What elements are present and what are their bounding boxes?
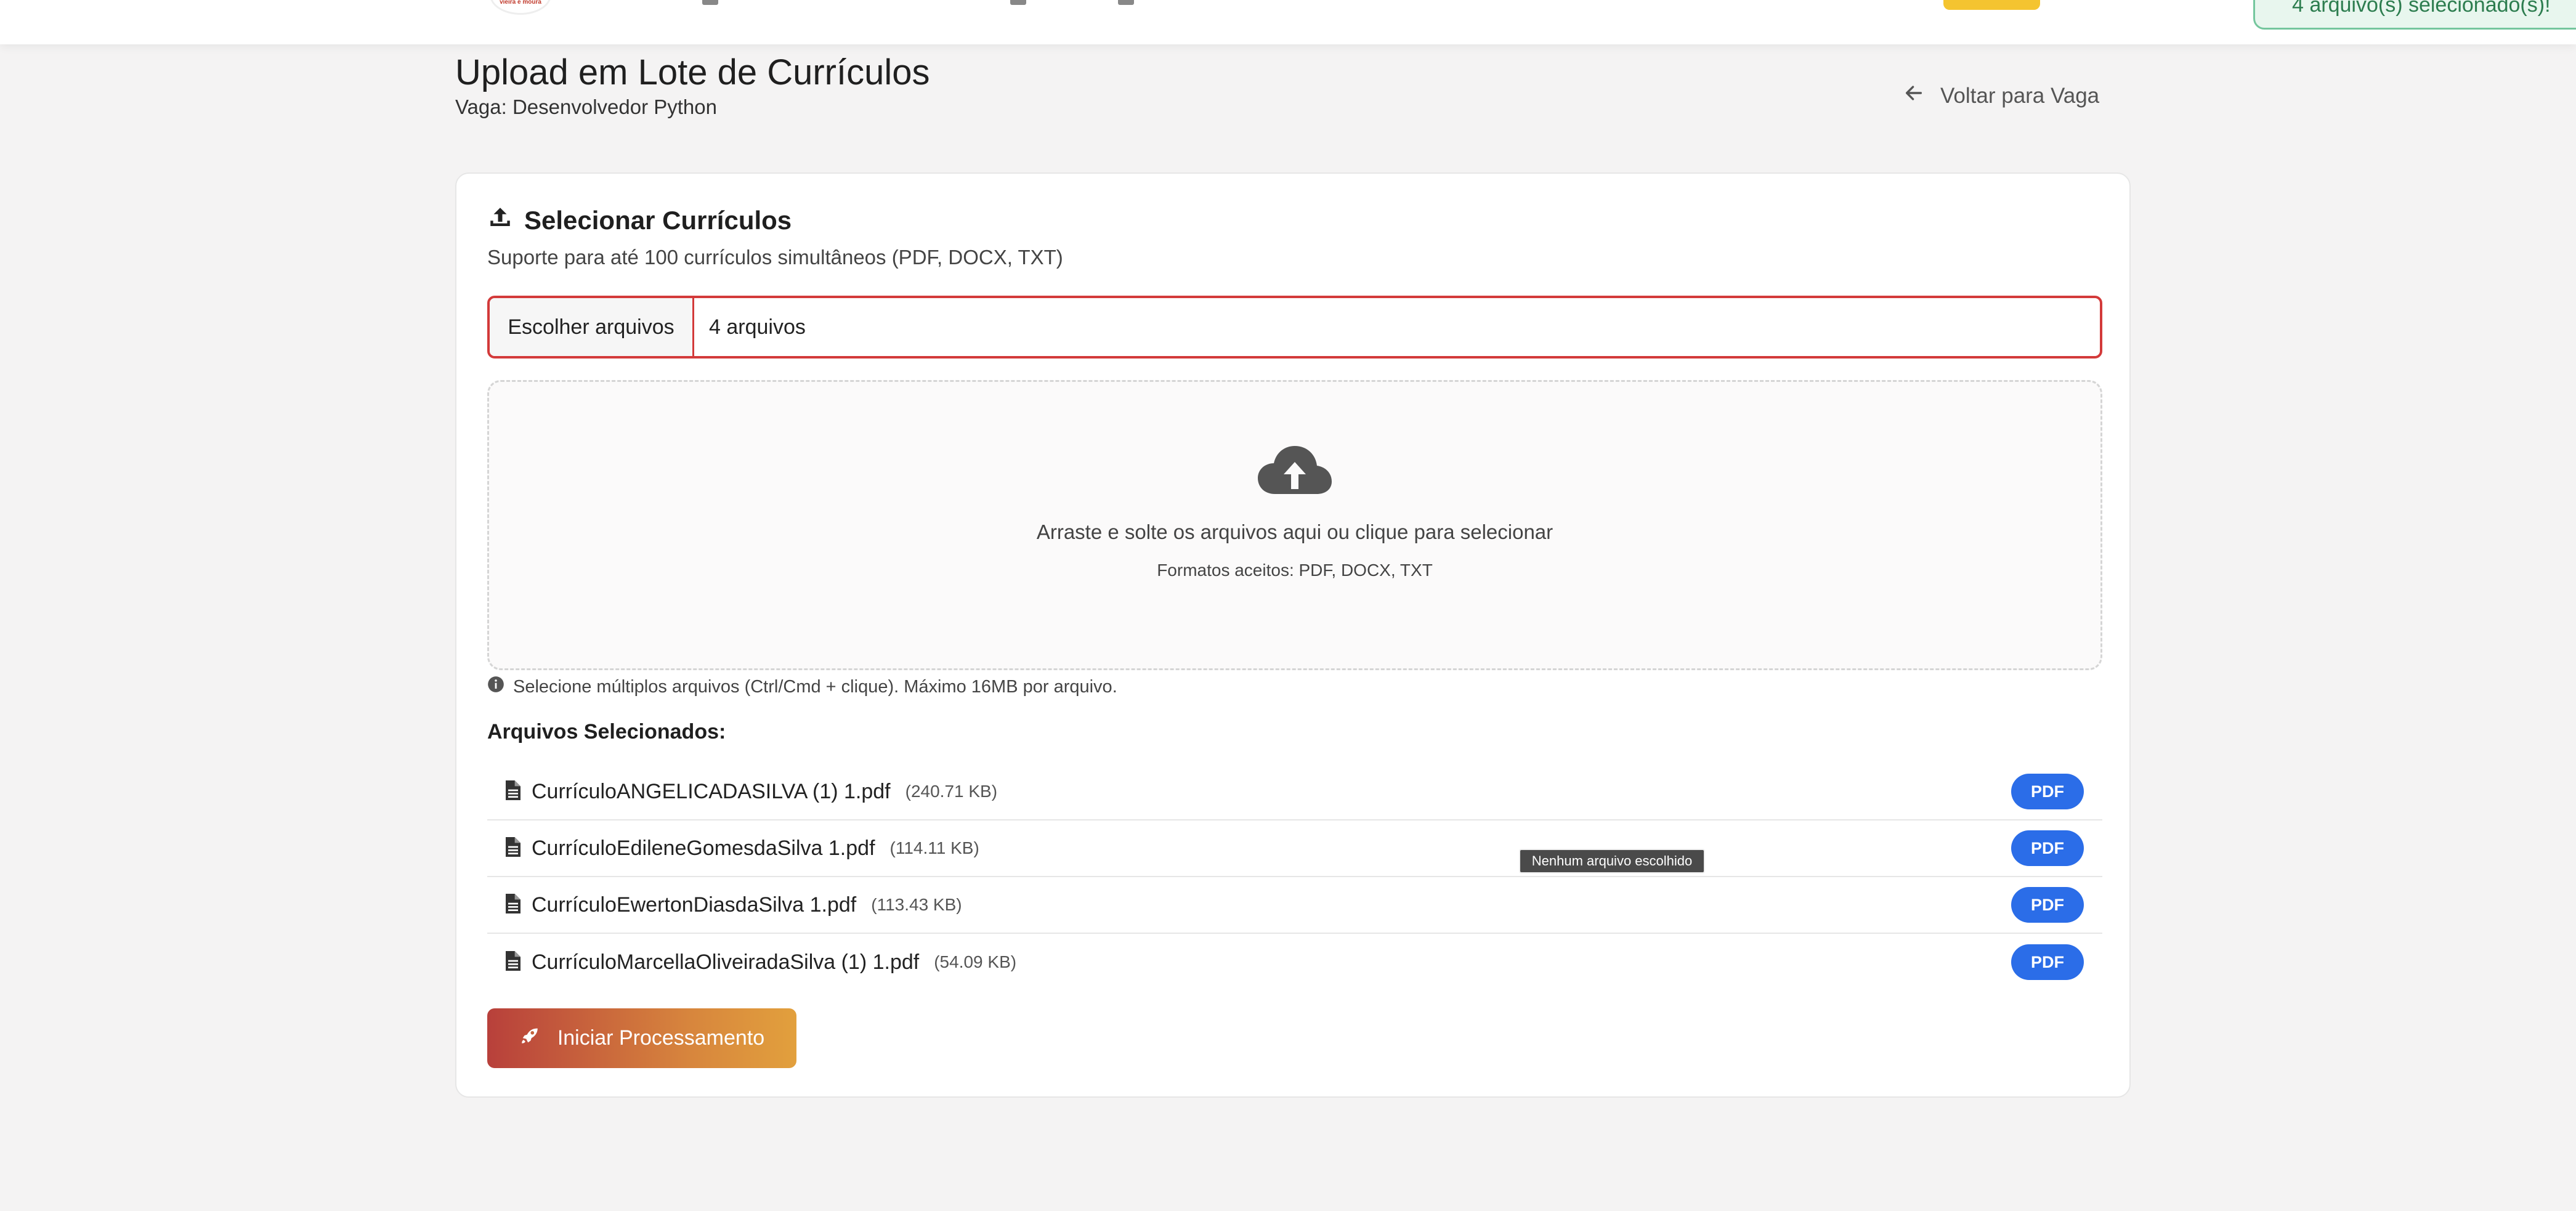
file-input[interactable]: Escolher arquivos 4 arquivos xyxy=(487,296,2102,358)
top-navbar: vieira e moura xyxy=(0,0,2576,44)
file-list-item: CurrículoANGELICADASILVA (1) 1.pdf (240.… xyxy=(487,764,2102,820)
arrow-left-icon xyxy=(1903,83,1924,109)
logo-text: vieira e moura xyxy=(500,0,541,6)
card-title: Selecionar Currículos xyxy=(487,205,792,237)
selected-files-heading: Arquivos Selecionados: xyxy=(487,720,726,743)
file-type-badge: PDF xyxy=(2011,944,2084,980)
file-count-text: 4 arquivos xyxy=(709,315,806,339)
header-action-button[interactable] xyxy=(1943,0,2040,10)
drop-zone[interactable]: Arraste e solte os arquivos aqui ou cliq… xyxy=(487,380,2102,670)
file-size: (54.09 KB) xyxy=(934,952,1017,971)
start-processing-button[interactable]: Iniciar Processamento xyxy=(487,1008,796,1068)
nav-item-fragment[interactable] xyxy=(1118,0,1134,5)
start-button-label: Iniciar Processamento xyxy=(557,1026,765,1050)
file-input-tooltip: Nenhum arquivo escolhido xyxy=(1519,849,1705,873)
card-title-text: Selecionar Currículos xyxy=(524,206,792,235)
selected-files-list: CurrículoANGELICADASILVA (1) 1.pdf (240.… xyxy=(487,764,2102,990)
file-list-item: CurrículoMarcellaOliveiradaSilva (1) 1.p… xyxy=(487,934,2102,990)
file-type-badge: PDF xyxy=(2011,887,2084,923)
file-name: CurrículoEwertonDiasdaSilva 1.pdf xyxy=(532,893,857,917)
file-name: CurrículoEdileneGomesdaSilva 1.pdf xyxy=(532,836,875,860)
file-icon xyxy=(506,893,532,917)
upload-card: Selecionar Currículos Suporte para até 1… xyxy=(455,172,2131,1098)
dropzone-instructions: Arraste e solte os arquivos aqui ou cliq… xyxy=(1036,520,1553,543)
info-icon xyxy=(487,676,504,698)
file-size: (113.43 KB) xyxy=(871,895,962,914)
page-title: Upload em Lote de Currículos xyxy=(455,52,930,92)
selection-hint: Selecione múltiplos arquivos (Ctrl/Cmd +… xyxy=(487,676,1117,698)
file-icon xyxy=(506,836,532,860)
file-list-item: CurrículoEwertonDiasdaSilva 1.pdf (113.4… xyxy=(487,877,2102,934)
success-toast: 4 arquivo(s) selecionado(s)! xyxy=(2253,0,2576,30)
back-to-job-link[interactable]: Voltar para Vaga xyxy=(1903,83,2099,109)
rocket-icon xyxy=(519,1025,540,1051)
back-link-label: Voltar para Vaga xyxy=(1940,83,2100,108)
file-icon xyxy=(506,780,532,803)
upload-icon xyxy=(487,205,513,237)
choose-files-button[interactable]: Escolher arquivos xyxy=(490,298,694,356)
file-type-badge: PDF xyxy=(2011,830,2084,866)
brand-logo[interactable]: vieira e moura xyxy=(490,0,551,15)
nav-item-fragment[interactable] xyxy=(1010,0,1026,5)
file-icon xyxy=(506,950,532,974)
nav-item-fragment[interactable] xyxy=(702,0,718,5)
dropzone-formats: Formatos aceitos: PDF, DOCX, TXT xyxy=(1157,561,1433,580)
file-type-badge: PDF xyxy=(2011,774,2084,809)
toast-text: 4 arquivo(s) selecionado(s)! xyxy=(2292,0,2551,17)
file-list-item: CurrículoEdileneGomesdaSilva 1.pdf (114.… xyxy=(487,820,2102,877)
hint-text: Selecione múltiplos arquivos (Ctrl/Cmd +… xyxy=(513,676,1117,697)
card-description: Suporte para até 100 currículos simultân… xyxy=(487,246,1063,269)
file-size: (114.11 KB) xyxy=(889,838,979,857)
file-name: CurrículoANGELICADASILVA (1) 1.pdf xyxy=(532,779,891,803)
file-name: CurrículoMarcellaOliveiradaSilva (1) 1.p… xyxy=(532,950,920,974)
job-subtitle: Vaga: Desenvolvedor Python xyxy=(455,95,717,118)
file-size: (240.71 KB) xyxy=(905,782,998,801)
